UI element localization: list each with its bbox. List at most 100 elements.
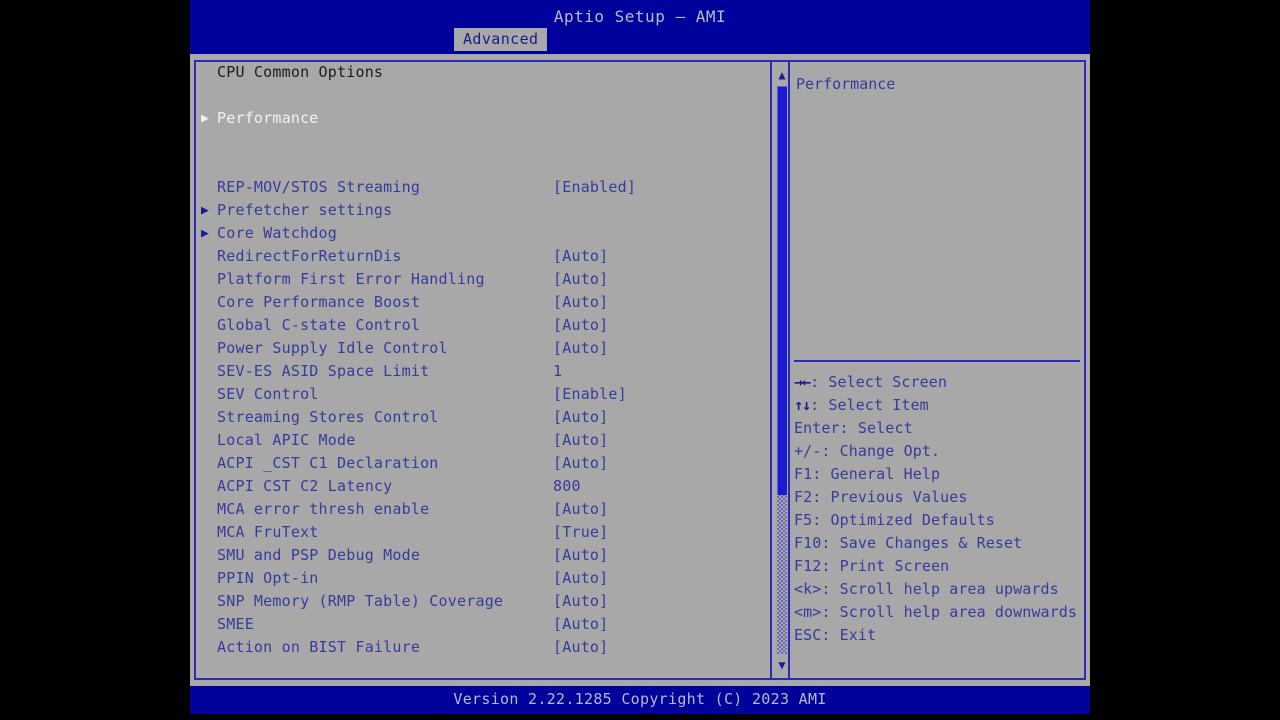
option-value[interactable]: [True]: [553, 525, 608, 540]
option-row[interactable]: ▶SMEE[Auto]: [196, 614, 770, 637]
key-legend-label: F2: Previous Values: [794, 488, 968, 506]
option-row[interactable]: ▶SNP Memory (RMP Table) Coverage[Auto]: [196, 591, 770, 614]
submenu-arrow-icon: ▶: [201, 226, 209, 241]
option-value[interactable]: [Enable]: [553, 387, 627, 402]
help-panel: Performance →←: Select Screen ↑↓: Select …: [788, 60, 1086, 680]
page-title: Aptio Setup – AMI: [553, 7, 727, 26]
version-text: Version 2.22.1285 Copyright (C) 2023 AMI: [453, 690, 827, 708]
key-legend: →←: Select Screen ↑↓: Select Item Enter: S…: [794, 372, 1080, 648]
option-row[interactable]: ▶ Core Watchdog: [196, 223, 770, 246]
option-label: ACPI _CST C1 Declaration: [217, 454, 439, 472]
key-legend-label: <k>: Scroll help area upwards: [794, 580, 1059, 598]
option-label: Local APIC Mode: [217, 431, 356, 449]
key-legend-label: : Select Item: [810, 396, 929, 414]
scrollbar-thumb[interactable]: [777, 86, 787, 495]
option-label: Performance: [217, 109, 319, 127]
option-row[interactable]: ▶ACPI CST C2 Latency800: [196, 476, 770, 499]
option-row[interactable]: ▶Local APIC Mode[Auto]: [196, 430, 770, 453]
key-legend-label: Enter: Select: [794, 419, 913, 437]
key-legend-row: Enter: Select: [794, 418, 1080, 441]
option-value[interactable]: [Auto]: [553, 456, 608, 471]
scroll-down-arrow-icon[interactable]: ▼: [775, 658, 789, 672]
option-row[interactable]: ▶SEV Control[Enable]: [196, 384, 770, 407]
option-value[interactable]: [Auto]: [553, 295, 608, 310]
key-legend-label: : Select Screen: [810, 373, 948, 391]
option-label: SMU and PSP Debug Mode: [217, 546, 421, 564]
option-row[interactable]: ▶Platform First Error Handling[Auto]: [196, 269, 770, 292]
scroll-up-arrow-icon[interactable]: ▲: [775, 68, 789, 82]
footer-bar: Version 2.22.1285 Copyright (C) 2023 AMI: [190, 686, 1090, 714]
option-row[interactable]: ▶ACPI _CST C1 Declaration[Auto]: [196, 453, 770, 476]
help-divider: [794, 360, 1080, 362]
option-row[interactable]: ▶Core Performance Boost[Auto]: [196, 292, 770, 315]
option-value[interactable]: 1: [553, 364, 562, 379]
option-row[interactable]: ▶PPIN Opt-in[Auto]: [196, 568, 770, 591]
option-value[interactable]: [Auto]: [553, 341, 608, 356]
option-label: Core Performance Boost: [217, 293, 421, 311]
option-value[interactable]: [Auto]: [553, 433, 608, 448]
option-label: Streaming Stores Control: [217, 408, 439, 426]
option-row[interactable]: ▶Power Supply Idle Control[Auto]: [196, 338, 770, 361]
option-label: Prefetcher settings: [217, 201, 393, 219]
option-row[interactable]: ▶REP-MOV/STOS Streaming[Enabled]: [196, 177, 770, 200]
option-row[interactable]: ▶MCA FruText[True]: [196, 522, 770, 545]
option-label: PPIN Opt-in: [217, 569, 319, 587]
tab-advanced[interactable]: Advanced: [454, 28, 548, 51]
scrollbar-track[interactable]: [777, 86, 787, 654]
option-value[interactable]: 800: [553, 479, 581, 494]
option-value[interactable]: [Enabled]: [553, 180, 636, 195]
key-legend-label: F10: Save Changes & Reset: [794, 534, 1023, 552]
option-value[interactable]: [Auto]: [553, 318, 608, 333]
option-row[interactable]: ▶SMU and PSP Debug Mode[Auto]: [196, 545, 770, 568]
option-row[interactable]: ▶Streaming Stores Control[Auto]: [196, 407, 770, 430]
option-row[interactable]: ▶RedirectForReturnDis[Auto]: [196, 246, 770, 269]
option-label: MCA error thresh enable: [217, 500, 430, 518]
option-label: Core Watchdog: [217, 224, 337, 242]
option-value[interactable]: [Auto]: [553, 410, 608, 425]
tab-strip: Advanced: [190, 28, 1090, 54]
key-arrow-icon: →←: [794, 373, 811, 391]
option-row[interactable]: ▶Global C-state Control[Auto]: [196, 315, 770, 338]
option-label: SMEE: [217, 615, 254, 633]
option-value[interactable]: [Auto]: [553, 548, 608, 563]
key-legend-label: F5: Optimized Defaults: [794, 511, 995, 529]
key-legend-row: +/-: Change Opt.: [794, 441, 1080, 464]
option-value[interactable]: [Auto]: [553, 571, 608, 586]
title-bar: Aptio Setup – AMI Advanced: [190, 0, 1090, 54]
option-row[interactable]: ▶SEV-ES ASID Space Limit1: [196, 361, 770, 384]
option-row[interactable]: ▶ Prefetcher settings: [196, 200, 770, 223]
option-value[interactable]: [Auto]: [553, 502, 608, 517]
submenu-arrow-icon: ▶: [201, 203, 209, 218]
option-row[interactable]: ▶ Performance: [196, 108, 770, 131]
option-row-spacer: [196, 154, 770, 177]
option-value[interactable]: [Auto]: [553, 617, 608, 632]
option-row-spacer: [196, 85, 770, 108]
option-label: ACPI CST C2 Latency: [217, 477, 393, 495]
help-text: Performance: [796, 75, 896, 93]
options-panel: ▶CPU Common Options▶Performance▶REP-MOV/…: [194, 60, 792, 680]
key-legend-row: F12: Print Screen: [794, 556, 1080, 579]
option-label: REP-MOV/STOS Streaming: [217, 178, 421, 196]
option-value[interactable]: [Auto]: [553, 594, 608, 609]
key-legend-row: →←: Select Screen: [794, 372, 1080, 395]
key-legend-row: <m>: Scroll help area downwards: [794, 602, 1080, 625]
option-value[interactable]: [Auto]: [553, 249, 608, 264]
key-legend-label: F12: Print Screen: [794, 557, 950, 575]
key-legend-label: F1: General Help: [794, 465, 941, 483]
option-row[interactable]: ▶MCA error thresh enable[Auto]: [196, 499, 770, 522]
key-legend-row: F10: Save Changes & Reset: [794, 533, 1080, 556]
option-label: RedirectForReturnDis: [217, 247, 402, 265]
key-arrow-icon: ↑↓: [794, 396, 811, 414]
key-legend-row: ↑↓: Select Item: [794, 395, 1080, 418]
submenu-arrow-icon: ▶: [201, 111, 209, 126]
options-scrollbar[interactable]: ▲ ▼: [770, 62, 790, 678]
option-value[interactable]: [Auto]: [553, 272, 608, 287]
options-list: ▶CPU Common Options▶Performance▶REP-MOV/…: [196, 62, 770, 678]
option-row: ▶CPU Common Options: [196, 62, 770, 85]
key-legend-label: ESC: Exit: [794, 626, 877, 644]
key-legend-row: F5: Optimized Defaults: [794, 510, 1080, 533]
option-row[interactable]: ▶Action on BIST Failure[Auto]: [196, 637, 770, 660]
option-value[interactable]: [Auto]: [553, 640, 608, 655]
option-label: CPU Common Options: [217, 63, 384, 81]
option-label: SEV-ES ASID Space Limit: [217, 362, 430, 380]
